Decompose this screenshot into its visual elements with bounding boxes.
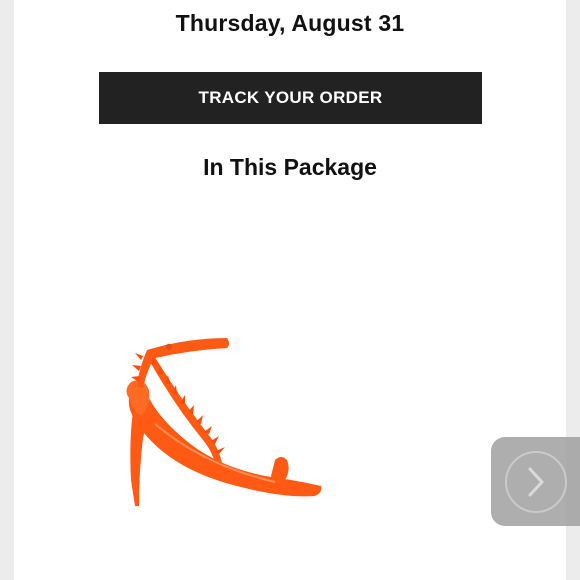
delivery-date-heading: Thursday, August 31 [175,10,405,36]
in-this-package-heading: In This Package [203,154,377,180]
carousel-next-button[interactable] [491,437,580,526]
chevron-right-icon [528,467,543,496]
sandal-ankle-strap [147,338,229,358]
next-button-ring [504,450,567,513]
strap-buckle [165,343,173,351]
screen: Thursday, August 31 TRACK YOUR ORDER In … [0,0,580,580]
track-your-order-button[interactable]: TRACK YOUR ORDER [99,72,482,124]
sandal-sole [128,390,322,497]
sandal-heel [130,412,146,506]
product-image-sandal[interactable] [95,320,335,520]
